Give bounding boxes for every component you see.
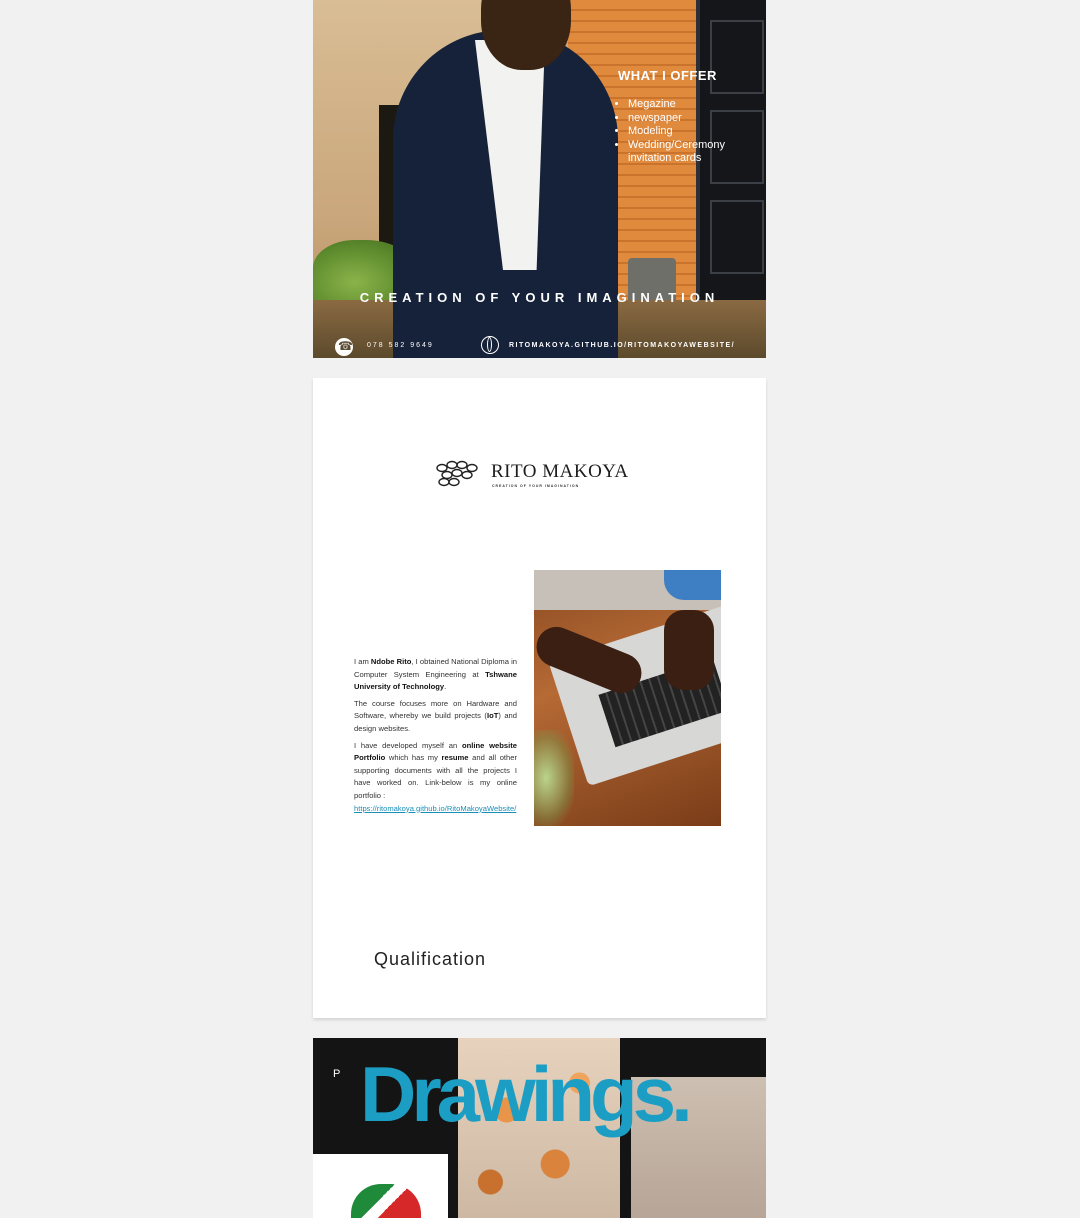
photo-sleeve: [664, 570, 721, 600]
portfolio-link[interactable]: https://ritomakoya.github.io/RitoMakoyaW…: [354, 804, 516, 813]
offer-title: WHAT I OFFER: [618, 68, 717, 83]
laptop-photo: [534, 570, 721, 826]
brand-name: RITO MAKOYA: [491, 461, 629, 482]
website-url: RITOMAKOYA.GITHUB.IO/RITOMAKOYAWEBSITE/: [509, 342, 736, 349]
phone-icon: [335, 338, 353, 356]
bio-iot: IoT: [486, 711, 499, 721]
photo-hand: [664, 610, 714, 690]
contact-bar: 078 582 9649 RITOMAKOYA.GITHUB.IO/RITOMA…: [313, 332, 766, 358]
phone-number: 078 582 9649: [367, 342, 434, 349]
bio-paragraph: I have developed myself an online websit…: [354, 740, 517, 816]
bio-resume: resume: [441, 753, 469, 763]
offer-item: Wedding/Ceremony invitation cards: [628, 139, 758, 166]
bio-fragment: I am: [354, 657, 371, 666]
offer-list: Megazine newspaper Modeling Wedding/Cere…: [614, 98, 758, 166]
poster-page: WHAT I OFFER Megazine newspaper Modeling…: [313, 0, 766, 358]
brand-logo-icon: [436, 460, 478, 487]
drawings-title: Drawings.: [360, 1050, 693, 1138]
offer-item: newspaper: [628, 112, 758, 126]
bio-name: Ndobe Rito: [370, 657, 412, 666]
bio-text: I am Ndobe Rito, I obtained National Dip…: [354, 656, 517, 819]
globe-icon: [481, 336, 499, 354]
qualification-heading: Qualification: [374, 949, 487, 969]
brand-tagline: CREATION OF YOUR IMAGINATION: [492, 484, 580, 488]
poster-tagline: CREATION OF YOUR IMAGINATION: [359, 290, 720, 305]
bio-fragment: I have developed myself an: [354, 740, 462, 750]
bio-fragment: .: [444, 682, 447, 692]
bio-paragraph: The course focuses more on Hardware and …: [354, 698, 517, 736]
door-pane: [710, 200, 764, 274]
drawings-page: P Drawings.: [313, 1038, 766, 1218]
offer-item: Megazine: [628, 98, 758, 112]
photo-plant: [534, 730, 574, 826]
bio-fragment: which has my: [385, 753, 442, 763]
bio-paragraph: I am Ndobe Rito, I obtained National Dip…: [354, 656, 517, 694]
door-pane: [710, 20, 764, 94]
offer-item: Modeling: [628, 125, 758, 139]
page-letter: P: [333, 1068, 341, 1080]
profile-page: RITO MAKOYA CREATION OF YOUR IMAGINATION…: [313, 378, 766, 1018]
